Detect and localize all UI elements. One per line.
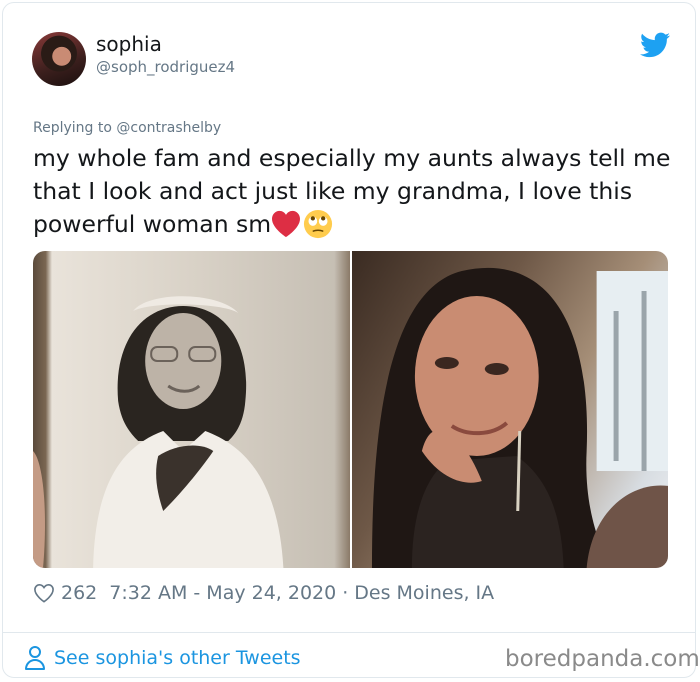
see-other-tweets-link[interactable]: See sophia's other Tweets [24,645,301,671]
selfie-photo[interactable] [351,251,668,568]
tweet-photos [33,251,668,568]
tweet-timestamp[interactable]: 7:32 AM - May 24, 2020 [109,582,336,604]
red-heart-icon [272,210,301,238]
selfie-illustration [371,267,668,568]
face-with-rolling-eyes-icon [304,209,333,239]
tweet-location[interactable]: Des Moines, IA [354,582,494,604]
tweet-body: my whole fam and especially my aunts alw… [33,144,671,238]
watermark: boredpanda.com [505,646,700,672]
replying-to-label[interactable]: Replying to @contrashelby [33,120,221,136]
see-other-tweets-label: See sophia's other Tweets [54,647,301,669]
footer-divider [2,632,696,633]
person-icon [25,646,45,670]
avatar[interactable] [32,32,86,86]
tweet-meta: 262 7:32 AM - May 24, 2020 · Des Moines,… [33,582,494,604]
vintage-portrait-photo[interactable] [33,251,350,568]
meta-separator: · [342,582,349,604]
twitter-bird-icon[interactable] [640,32,670,58]
tweet-text: my whole fam and especially my aunts alw… [33,142,673,241]
user-display-name[interactable]: sophia [96,32,162,56]
vintage-portrait-illustration [33,296,284,568]
like-heart-icon[interactable] [33,583,55,603]
user-handle[interactable]: @soph_rodriguez4 [96,58,235,76]
like-count[interactable]: 262 [61,582,97,604]
